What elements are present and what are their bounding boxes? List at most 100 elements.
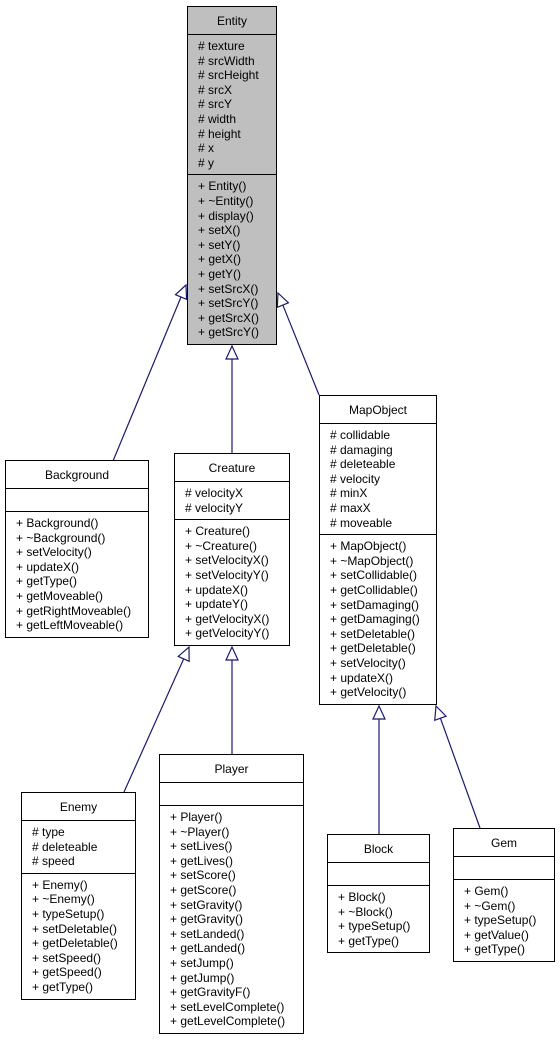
method: + display()	[198, 208, 254, 223]
method: + setY()	[198, 237, 241, 252]
method: + ~Enemy()	[32, 892, 95, 907]
method: + updateX()	[185, 582, 249, 597]
class-name: Player	[160, 755, 303, 783]
class-gem[interactable]: Gem + Gem() + ~Gem() + typeSetup() + getValu…	[453, 828, 555, 962]
attribute: # velocityY	[185, 500, 244, 515]
method: + setVelocityX()	[185, 553, 269, 568]
attribute: # minX	[330, 486, 368, 501]
methods-section: + Enemy() + ~Enemy() + typeSetup() + setDel…	[22, 874, 135, 999]
method: + Block()	[338, 890, 386, 904]
class-name: Entity	[188, 7, 276, 35]
method: + getDeletable()	[32, 936, 118, 951]
class-enemy[interactable]: Enemy # type # deleteable # speed + Enemy() +…	[21, 792, 136, 1000]
class-mapobject[interactable]: MapObject # collidable # damaging # deletea…	[319, 395, 437, 705]
method: + Creature()	[185, 524, 251, 539]
inheritance-arrowhead-icon	[177, 645, 190, 663]
attribute: # damaging	[330, 442, 393, 457]
methods-section: + Block() + ~Block() + typeSetup() + getTyp…	[328, 886, 429, 952]
method: + getMoveable()	[16, 588, 104, 603]
method: + setGravity()	[170, 897, 243, 912]
inheritance-arrowhead-icon	[225, 645, 239, 661]
class-block[interactable]: Block + Block() + ~Block() + typeSetup() + g…	[327, 834, 430, 954]
method: + getX()	[198, 252, 242, 267]
method: + getType()	[338, 933, 400, 948]
methods-section: + Creature() + ~Creature() + setVelocityX(…	[175, 520, 289, 645]
method: + ~Creature()	[185, 538, 258, 553]
method: + setSrcX()	[198, 281, 259, 296]
attribute: # deleteable	[330, 457, 396, 472]
method: + updateX()	[16, 559, 80, 574]
method: + getType()	[464, 942, 526, 957]
attribute: # y	[198, 155, 215, 170]
attributes-section	[328, 863, 429, 886]
method: + ~Entity()	[198, 193, 254, 208]
class-name: Creature	[175, 454, 289, 482]
method: + getScore()	[170, 882, 237, 897]
method: + MapObject()	[330, 539, 407, 554]
methods-section: + Entity() + ~Entity() + display() + setX()…	[188, 175, 276, 344]
method: + getVelocity()	[330, 685, 407, 700]
method: + setCollidable()	[330, 568, 418, 583]
attributes-section: # texture # srcWidth # srcHeight # srcX # sr…	[188, 35, 276, 176]
method: + getDamaging()	[330, 612, 420, 627]
method: + setDeletable()	[32, 921, 118, 936]
method: + typeSetup()	[464, 913, 537, 928]
attributes-section	[454, 857, 554, 880]
method: + typeSetup()	[32, 906, 105, 921]
inheritance-arrowhead-icon	[434, 704, 448, 722]
method: + Player()	[170, 810, 223, 824]
attribute: # srcWidth	[198, 53, 255, 68]
method: + setSrcY()	[198, 296, 259, 311]
method: + getVelocityY()	[185, 626, 270, 641]
method: + setSpeed()	[32, 950, 102, 965]
method: + ~Background()	[16, 530, 106, 545]
method: + setLanded()	[170, 926, 245, 941]
method: + getLanded()	[170, 941, 246, 956]
method: + ~MapObject()	[330, 553, 414, 568]
method: + Background()	[16, 516, 99, 530]
method: + getCollidable()	[330, 582, 418, 597]
class-creature[interactable]: Creature # velocityX # velocityY + Creature…	[174, 453, 290, 646]
method: + getLives()	[170, 853, 234, 868]
method: + getVelocityX()	[185, 611, 270, 626]
method: + setDeletable()	[330, 626, 416, 641]
attributes-section	[6, 489, 148, 512]
attributes-section	[160, 783, 303, 806]
class-name: Enemy	[22, 793, 135, 821]
class-background[interactable]: Background + Background() + ~Background() +…	[5, 460, 149, 638]
method: + setVelocity()	[330, 655, 406, 670]
method: + setVelocity()	[16, 545, 92, 560]
method: + getLevelComplete()	[170, 1014, 286, 1029]
method: + getJump()	[170, 970, 235, 985]
class-name: MapObject	[320, 396, 436, 424]
inheritance-arrowhead-icon	[372, 704, 386, 720]
attribute: # type	[32, 825, 65, 839]
methods-section: + Player() + ~Player() + setLives() + getLi…	[160, 806, 303, 1033]
methods-section: + MapObject() + ~MapObject() + setCollidab…	[320, 535, 436, 704]
method: + Gem()	[464, 884, 509, 898]
attribute: # moveable	[330, 515, 393, 530]
inheritance-line	[112, 296, 182, 462]
method: + getSrcY()	[198, 325, 260, 340]
method: + typeSetup()	[338, 919, 411, 934]
inheritance-arrowhead-icon	[276, 291, 290, 309]
method: + getLeftMoveable()	[16, 618, 124, 633]
method: + ~Player()	[170, 824, 230, 839]
attribute: # speed	[32, 854, 75, 869]
class-name: Background	[6, 461, 148, 489]
attribute: # x	[198, 141, 215, 156]
attribute: # maxX	[330, 500, 371, 515]
method: + getDeletable()	[330, 641, 416, 656]
class-name: Block	[328, 835, 429, 863]
method: + getRightMoveable()	[16, 603, 132, 618]
method: + Enemy()	[32, 877, 88, 892]
attributes-section: # collidable # damaging # deleteable # velo…	[320, 424, 436, 536]
class-entity[interactable]: Entity # texture # srcWidth # srcHeight # sr…	[187, 6, 277, 345]
class-name: Gem	[454, 829, 554, 857]
method: + getGravity()	[170, 912, 244, 927]
class-player[interactable]: Player + Player() + ~Player() + setLives() +…	[159, 754, 304, 1034]
attribute: # width	[198, 111, 237, 126]
methods-section: + Background() + ~Background() + setVeloci…	[6, 512, 148, 637]
method: + setVelocityY()	[185, 567, 269, 582]
method: + getSrcX()	[198, 310, 260, 325]
